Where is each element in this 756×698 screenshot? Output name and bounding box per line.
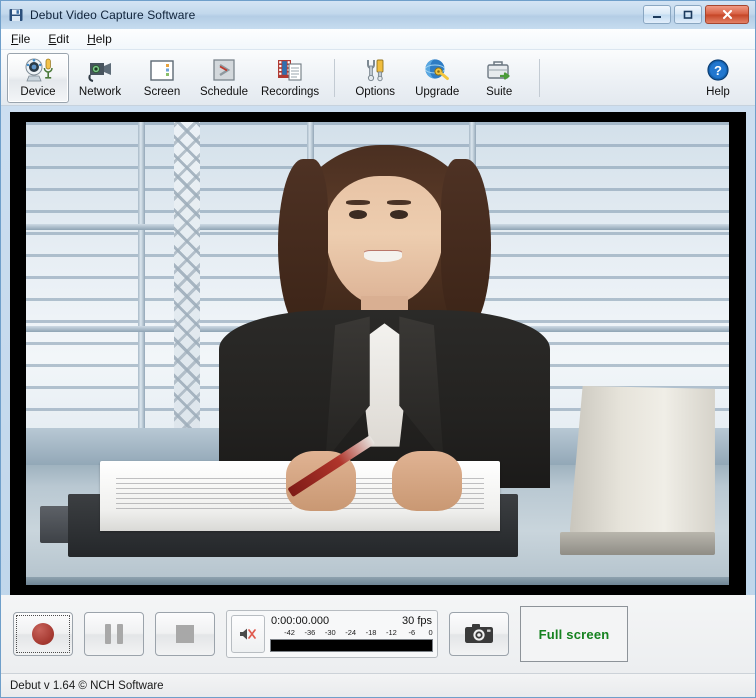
minimize-icon	[651, 10, 663, 20]
toolbar-item-device[interactable]: Device	[7, 53, 69, 103]
db-tick-6: -6	[408, 628, 415, 637]
record-circle-icon	[32, 623, 54, 645]
menu-item-edit[interactable]: Edit	[48, 33, 69, 45]
hair-front-left	[278, 159, 328, 330]
preview-area	[1, 106, 755, 595]
options-tools-icon	[358, 56, 392, 85]
eye-left	[349, 210, 367, 219]
steel-truss	[174, 122, 200, 451]
maximize-button[interactable]	[674, 5, 702, 24]
person-subject	[237, 145, 532, 488]
maximize-icon	[682, 10, 694, 20]
toolbar-item-screen-label: Screen	[144, 86, 180, 98]
menu-item-file[interactable]: File	[11, 33, 30, 45]
pause-button[interactable]	[84, 612, 144, 656]
menu-item-help-rest: elp	[96, 32, 112, 46]
minimize-button[interactable]	[643, 5, 671, 24]
app-window: Debut Video Capture Software File Edit	[0, 0, 756, 698]
toolbar-item-options[interactable]: Options	[344, 53, 406, 103]
db-scale: -42 -36 -30 -24 -18 -12 -6 0	[270, 628, 433, 639]
laptop-lid	[570, 386, 715, 534]
record-button[interactable]	[13, 612, 73, 656]
recordings-film-icon	[273, 56, 307, 85]
toolbar-item-screen[interactable]: Screen	[131, 53, 193, 103]
close-button[interactable]	[705, 5, 749, 24]
toolbar-item-upgrade[interactable]: Upgrade	[406, 53, 468, 103]
stop-square-icon	[176, 625, 194, 643]
toolbar-item-schedule-label: Schedule	[200, 86, 248, 98]
toolbar-item-network[interactable]: Network	[69, 53, 131, 103]
svg-text:?: ?	[714, 63, 722, 78]
db-tick-2: -30	[325, 628, 336, 637]
title-bar: Debut Video Capture Software	[1, 1, 755, 29]
hand-right	[392, 451, 462, 511]
meter-readout: 0:00:00.000 30 fps -42 -36 -30 -24 -18 -…	[270, 616, 433, 653]
menu-bar: File Edit Help	[1, 29, 755, 50]
mute-button[interactable]	[231, 615, 265, 653]
menu-item-file-rest: ile	[18, 32, 30, 46]
snapshot-button[interactable]	[449, 612, 509, 656]
toolbar-item-options-label: Options	[355, 86, 395, 98]
camera-scene	[26, 122, 729, 585]
status-bar: Debut v 1.64 © NCH Software	[1, 673, 755, 697]
window-title: Debut Video Capture Software	[30, 8, 195, 22]
toolbar-item-suite-label: Suite	[486, 86, 512, 98]
fullscreen-button[interactable]: Full screen	[520, 606, 628, 662]
toolbar-item-suite[interactable]: Suite	[468, 53, 530, 103]
save-disk-icon	[8, 7, 24, 23]
toolbar-item-schedule[interactable]: Schedule	[193, 53, 255, 103]
toolbar-item-help-label: Help	[706, 86, 730, 98]
eyebrow-left	[346, 200, 370, 205]
timecode: 0:00:00.000	[271, 616, 329, 628]
toolbar-item-help[interactable]: ? Help	[687, 53, 749, 103]
status-text: Debut v 1.64 © NCH Software	[10, 680, 164, 692]
laptop	[560, 386, 715, 562]
db-tick-3: -24	[345, 628, 356, 637]
window-controls	[643, 5, 749, 24]
meter-header: 0:00:00.000 30 fps	[270, 616, 433, 628]
camera-icon	[463, 622, 495, 646]
close-icon	[721, 9, 734, 20]
fps-readout: 30 fps	[402, 616, 432, 628]
speaker-muted-icon	[238, 626, 258, 642]
toolbar-item-device-label: Device	[20, 86, 55, 98]
db-tick-4: -18	[366, 628, 377, 637]
toolbar-item-recordings-label: Recordings	[261, 86, 319, 98]
fullscreen-label: Full screen	[539, 627, 610, 642]
video-preview[interactable]	[10, 112, 746, 595]
video-frame	[26, 122, 729, 585]
db-tick-0: -42	[284, 628, 295, 637]
desk-edge	[26, 577, 729, 585]
toolbar-item-recordings[interactable]: Recordings	[255, 53, 325, 103]
suite-briefcase-icon	[482, 56, 516, 85]
toolbar-item-network-label: Network	[79, 86, 121, 98]
schedule-icon	[207, 56, 241, 85]
audio-meter-panel: 0:00:00.000 30 fps -42 -36 -30 -24 -18 -…	[226, 610, 438, 658]
db-tick-1: -36	[305, 628, 316, 637]
pause-icon	[105, 624, 123, 644]
db-tick-5: -12	[386, 628, 397, 637]
eyebrow-right	[387, 200, 411, 205]
toolbar-spacer	[549, 53, 687, 103]
upgrade-key-globe-icon	[420, 56, 454, 85]
control-bar: 0:00:00.000 30 fps -42 -36 -30 -24 -18 -…	[1, 595, 755, 673]
binder-text-left	[116, 478, 292, 513]
screen-capture-icon	[145, 56, 179, 85]
laptop-base	[560, 532, 715, 555]
menu-item-help[interactable]: Help	[87, 33, 112, 45]
hair-front-right	[441, 159, 491, 330]
window-mullion-1	[138, 122, 145, 451]
level-meter-bar	[270, 639, 433, 652]
webcam-microphone-icon	[21, 56, 55, 85]
menu-item-edit-rest: dit	[56, 32, 69, 46]
toolbar-item-upgrade-label: Upgrade	[415, 86, 459, 98]
toolbar-separator-1	[334, 59, 335, 97]
help-question-icon: ?	[701, 56, 735, 85]
toolbar-separator-2	[539, 59, 540, 97]
db-tick-7: 0	[428, 628, 432, 637]
toolbar: Device Network	[1, 50, 755, 106]
stop-button[interactable]	[155, 612, 215, 656]
network-camera-icon	[83, 56, 117, 85]
